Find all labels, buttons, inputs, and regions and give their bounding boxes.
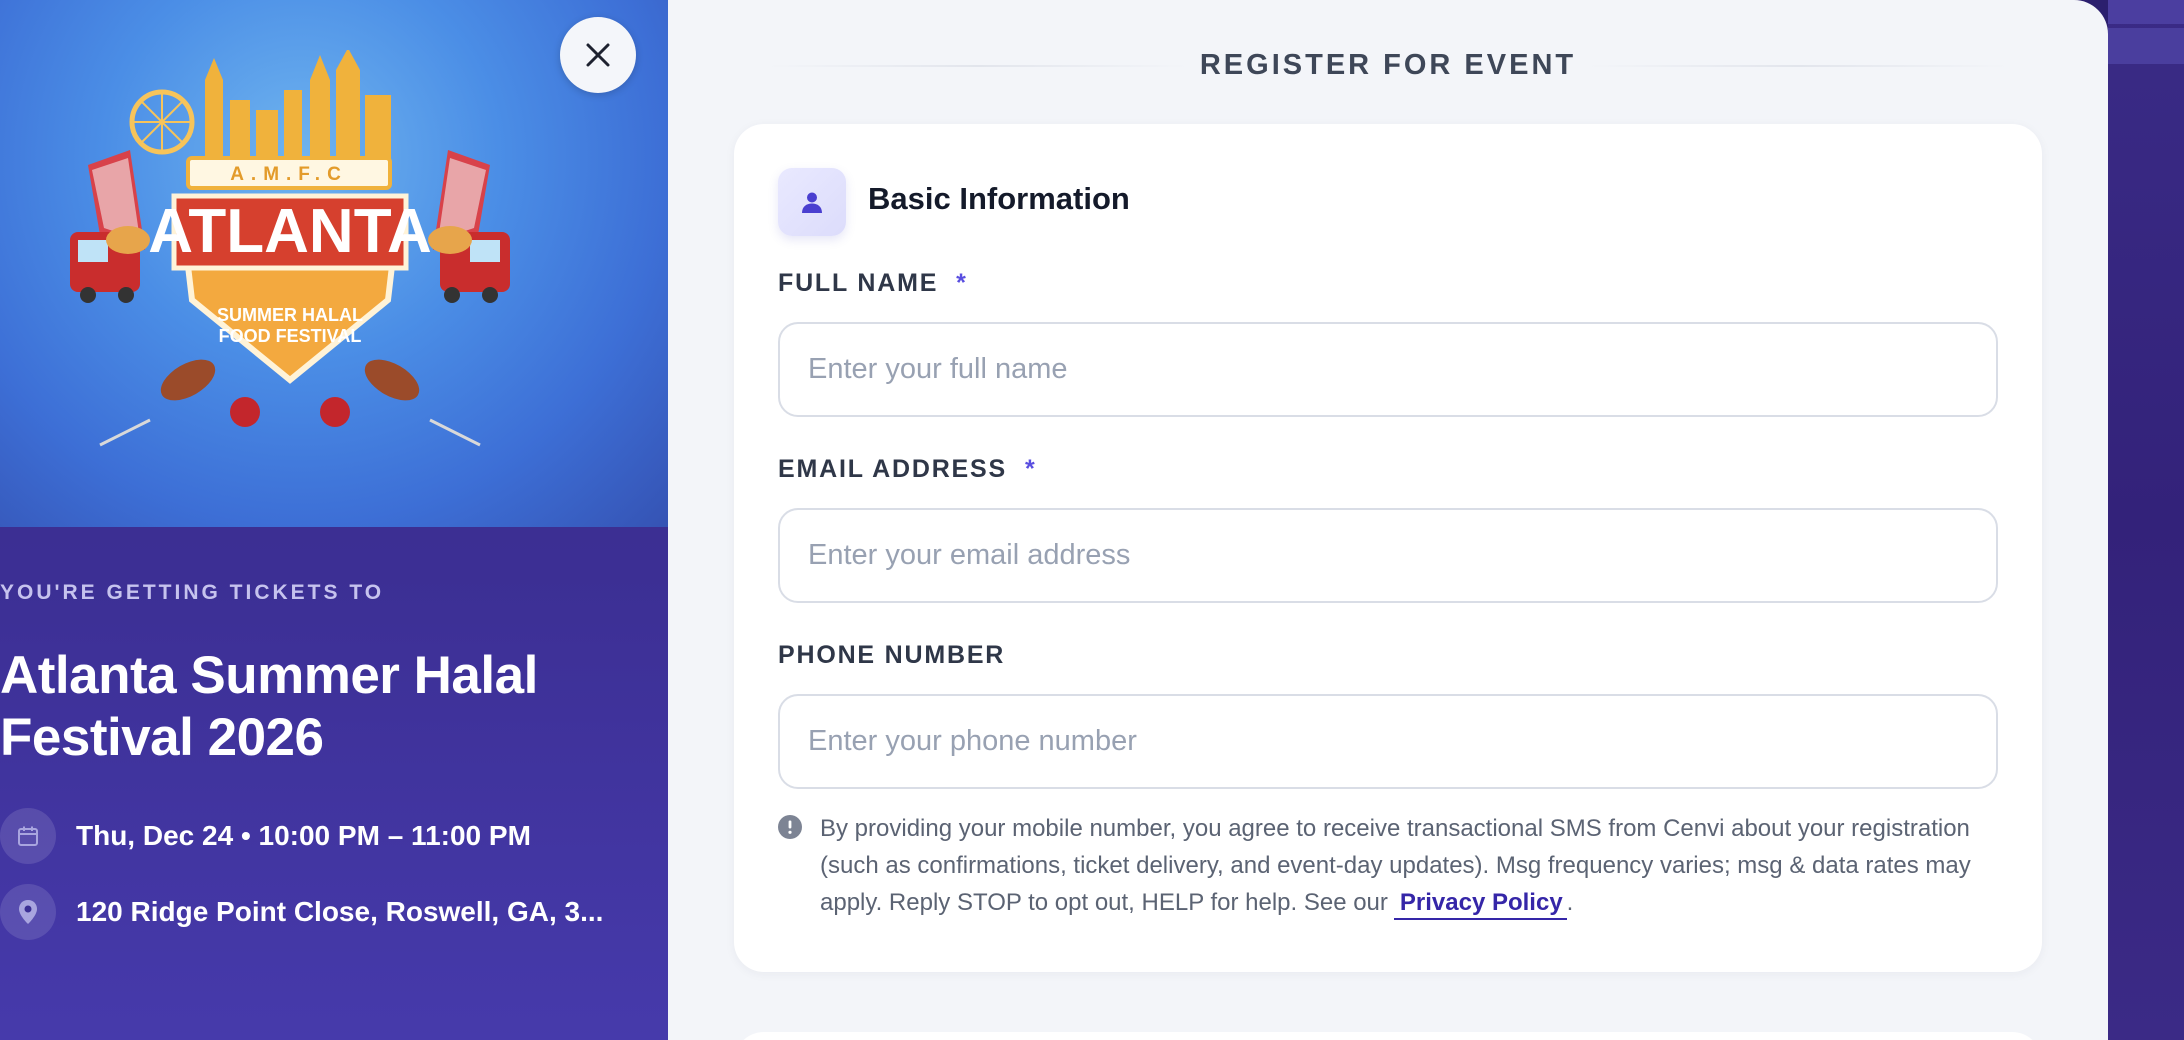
info-icon [778, 815, 802, 839]
required-marker: * [1024, 455, 1035, 483]
full-name-input[interactable] [778, 322, 1998, 417]
logo-main-text: ATLANTA [148, 197, 432, 266]
event-datetime-row: Thu, Dec 24 • 10:00 PM – 11:00 PM [0, 808, 531, 864]
email-label-text: EMAIL ADDRESS [778, 455, 1007, 483]
close-icon [586, 43, 610, 67]
register-heading: REGISTER FOR EVENT [1199, 49, 1577, 81]
event-location-row: 120 Ridge Point Close, Roswell, GA, 3... [0, 884, 603, 940]
full-name-label: FULL NAME * [778, 269, 966, 298]
event-title: Atlanta Summer Halal Festival 2026 [0, 646, 538, 767]
calendar-icon [0, 808, 56, 864]
user-icon [778, 168, 846, 236]
logo-top-text: A.M.F.C [230, 164, 348, 185]
tickets-kicker: YOU'RE GETTING TICKETS TO [0, 581, 385, 604]
email-label: EMAIL ADDRESS * [778, 455, 1035, 484]
phone-label-text: PHONE NUMBER [778, 641, 1006, 669]
logo-sub-text-1: SUMMER HALAL [217, 305, 363, 325]
email-input[interactable] [778, 508, 1998, 603]
logo-sub-text-2: FOOD FESTIVAL [219, 326, 362, 346]
sms-consent-text: By providing your mobile number, you agr… [820, 810, 2008, 921]
sms-consent-end: . [1566, 889, 1574, 916]
privacy-policy-link[interactable]: Privacy Policy [1393, 889, 1567, 920]
register-heading-wrap: REGISTER FOR EVENT [768, 46, 2008, 86]
phone-input[interactable] [778, 694, 1998, 789]
sms-consent-notice: By providing your mobile number, you agr… [778, 810, 2008, 921]
phone-label: PHONE NUMBER [778, 641, 1005, 670]
full-name-label-text: FULL NAME [778, 269, 939, 297]
required-marker: * [956, 269, 966, 297]
next-section-card [734, 1032, 2042, 1040]
basic-information-card: Basic Information FULL NAME * EMAIL ADDRE… [734, 124, 2042, 972]
festival-logo: A.M.F.C ATLANTA SUMMER HALAL FOOD FESTIV… [70, 50, 510, 447]
close-button[interactable] [560, 17, 636, 93]
event-summary-panel: A.M.F.C ATLANTA SUMMER HALAL FOOD FESTIV… [0, 0, 668, 1040]
registration-panel: REGISTER FOR EVENT Basic Information FUL… [668, 0, 2108, 1040]
event-location: 120 Ridge Point Close, Roswell, GA, 3... [76, 896, 604, 927]
map-pin-icon [0, 884, 56, 940]
section-title: Basic Information [868, 181, 1130, 216]
background-overlay [2108, 0, 2184, 1040]
event-datetime: Thu, Dec 24 • 10:00 PM – 11:00 PM [76, 820, 531, 851]
